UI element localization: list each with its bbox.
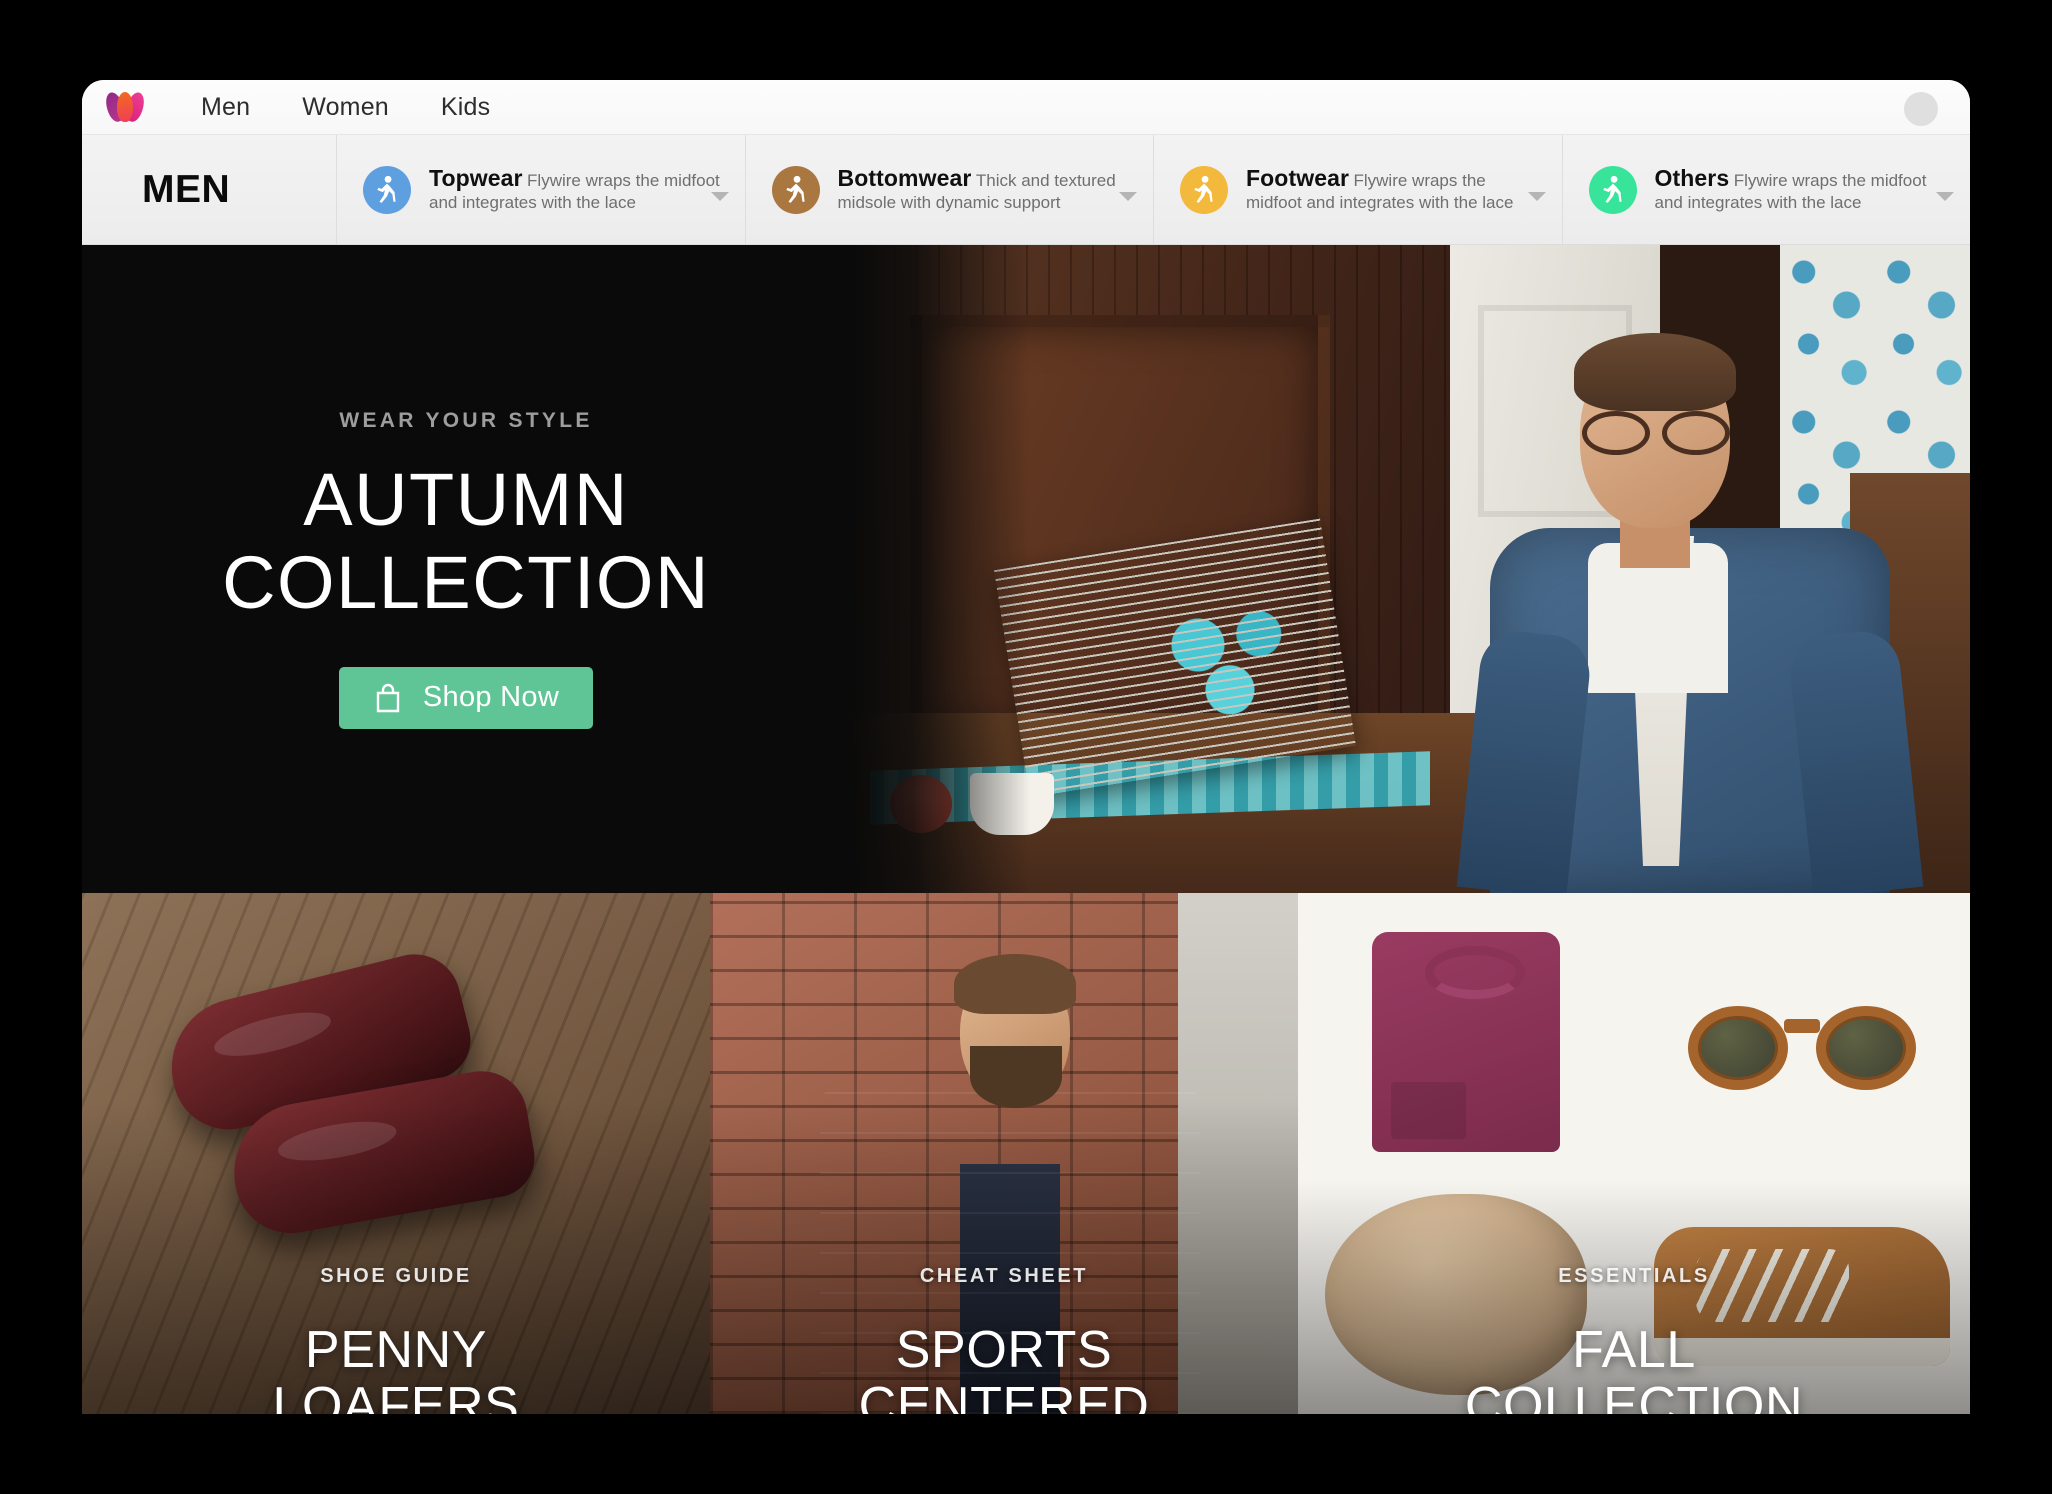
card-title-line-1: PENNY xyxy=(304,1320,488,1379)
card-kicker: CHEAT SHEET xyxy=(919,1264,1089,1287)
card-title-line-2: COLLECTION xyxy=(1464,1376,1804,1414)
chevron-down-icon[interactable] xyxy=(1119,192,1137,201)
hero-title-line-2: COLLECTION xyxy=(222,541,710,624)
myntra-logo[interactable] xyxy=(102,90,153,124)
hero-text-panel: WEAR YOUR STYLE AUTUMN COLLECTION Shop N… xyxy=(82,245,850,893)
shop-now-label: Shop Now xyxy=(422,681,560,714)
card-title-line-1: FALL xyxy=(1572,1320,1696,1379)
promo-card-row: SHOE GUIDE PENNY LOAFERS CHEAT SHEET SPO… xyxy=(82,893,1970,1414)
sweatshirt-tile xyxy=(1298,893,1634,1175)
card-title-line-1: SPORTS xyxy=(895,1320,1113,1379)
walking-person-icon xyxy=(363,165,411,214)
card-title: FALL COLLECTION xyxy=(1298,1322,1970,1414)
chevron-down-icon[interactable] xyxy=(710,192,729,201)
category-tab-others[interactable]: Others Flywire wraps the midfoot and int… xyxy=(1563,135,1971,244)
section-label-men: MEN xyxy=(82,135,337,244)
category-navigation: MEN Topwear Flywire wraps the midfoot an… xyxy=(82,135,1970,245)
top-navigation-bar: Men Women Kids xyxy=(82,80,1970,135)
promo-card-penny-loafers[interactable]: SHOE GUIDE PENNY LOAFERS xyxy=(82,893,710,1414)
category-tab-footwear[interactable]: Footwear Flywire wraps the midfoot and i… xyxy=(1154,135,1563,244)
hero-title-line-1: AUTUMN xyxy=(303,458,629,542)
category-title: Topwear xyxy=(429,164,523,191)
hero-photo xyxy=(850,245,1970,893)
category-title: Footwear xyxy=(1246,164,1350,191)
card-title: PENNY LOAFERS xyxy=(82,1322,710,1414)
promo-card-sports-centered[interactable]: CHEAT SHEET SPORTS CENTERED xyxy=(710,893,1298,1414)
shopping-bag-icon xyxy=(373,682,403,714)
category-title: Others xyxy=(1654,164,1730,191)
card-title-line-2: LOAFERS xyxy=(272,1376,520,1414)
nav-link-women[interactable]: Women xyxy=(302,93,389,122)
promo-card-fall-collection[interactable]: ESSENTIALS FALL COLLECTION xyxy=(1298,893,1970,1414)
chevron-down-icon[interactable] xyxy=(1936,192,1954,201)
card-title-line-2: CENTERED xyxy=(858,1376,1150,1414)
walking-person-icon xyxy=(771,165,820,214)
section-title: MEN xyxy=(142,167,231,211)
nav-link-kids[interactable]: Kids xyxy=(441,93,490,122)
category-tab-topwear[interactable]: Topwear Flywire wraps the midfoot and in… xyxy=(337,135,746,244)
card-kicker: SHOE GUIDE xyxy=(320,1264,472,1287)
browser-window: Men Women Kids MEN Topwear Flywire wraps… xyxy=(82,80,1970,1414)
hero-title: AUTUMN COLLECTION xyxy=(222,458,710,625)
card-kicker: ESSENTIALS xyxy=(1558,1264,1710,1287)
category-title: Bottomwear xyxy=(837,164,972,191)
user-avatar[interactable] xyxy=(1904,92,1938,126)
hero-banner: WEAR YOUR STYLE AUTUMN COLLECTION Shop N… xyxy=(82,245,1970,893)
nav-link-men[interactable]: Men xyxy=(201,93,250,122)
walking-person-icon xyxy=(1180,165,1228,214)
chevron-down-icon[interactable] xyxy=(1527,192,1546,201)
walking-person-icon xyxy=(1588,165,1637,214)
shop-now-button[interactable]: Shop Now xyxy=(338,666,594,729)
hero-kicker: WEAR YOUR STYLE xyxy=(339,409,593,433)
card-title: SPORTS CENTERED xyxy=(710,1322,1298,1414)
sunglasses-tile xyxy=(1634,893,1970,1175)
category-tab-bottomwear[interactable]: Bottomwear Thick and textured midsole wi… xyxy=(746,135,1154,244)
